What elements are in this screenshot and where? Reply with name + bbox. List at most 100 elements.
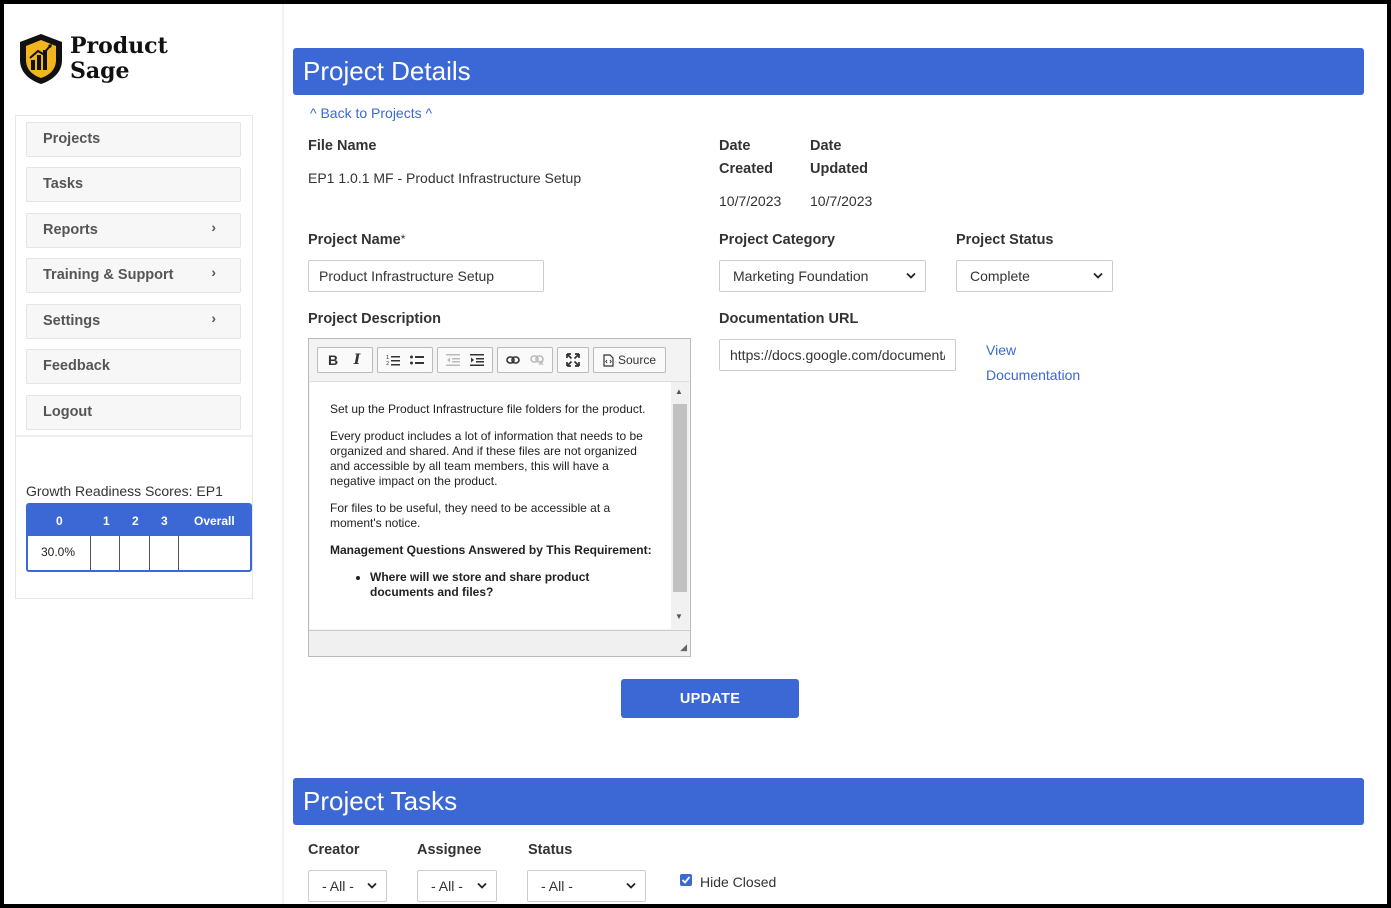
status-filter-value: - All -	[541, 878, 573, 894]
project-status-value: Complete	[970, 268, 1030, 284]
brand-name: Product Sage	[70, 34, 168, 84]
documentation-url-input[interactable]	[719, 339, 956, 371]
source-icon	[603, 353, 614, 367]
date-created-value: 10/7/2023	[719, 193, 782, 209]
sidebar-item-label: Tasks	[43, 176, 84, 192]
view-documentation-line2: Documentation	[986, 367, 1081, 383]
project-status-select[interactable]: Complete	[956, 260, 1113, 292]
score-cell	[179, 536, 250, 570]
sidebar-item-label: Reports	[43, 222, 98, 238]
indent-button[interactable]	[465, 349, 489, 371]
bold-button[interactable]: B	[321, 349, 345, 371]
editor-scrollbar[interactable]: ▲ ▼	[671, 382, 689, 629]
sidebar-item-label: Settings	[43, 313, 101, 329]
unlink-icon	[530, 355, 544, 365]
growth-scores-title: Growth Readiness Scores: EP1	[26, 483, 223, 499]
numbered-list-icon: 12	[386, 355, 400, 366]
scrollbar-thumb[interactable]	[673, 404, 687, 592]
brand-name-line1: Product	[70, 33, 168, 59]
scroll-up-arrow-icon[interactable]: ▲	[675, 387, 683, 396]
project-tasks-header: Project Tasks	[293, 778, 1364, 825]
growth-scores-table: 0 1 2 3 Overall 30.0%	[26, 503, 252, 572]
numbered-list-button[interactable]: 12	[381, 349, 405, 371]
editor-footer: ◢	[309, 630, 690, 656]
chevron-right-icon: ›	[211, 219, 216, 235]
growth-scores-header: 0 1 2 3 Overall	[28, 505, 250, 536]
description-paragraph: For files to be useful, they need to be …	[330, 501, 611, 530]
resize-handle-icon[interactable]: ◢	[680, 642, 687, 653]
date-updated-label-2: Updated	[810, 161, 868, 177]
link-button[interactable]	[501, 349, 525, 371]
date-created-label-1: Date	[719, 138, 751, 154]
file-name-value: EP1 1.0.1 MF - Product Infrastructure Se…	[308, 170, 582, 186]
toolbar-group-lists: 12	[377, 347, 433, 373]
toolbar-group-source: Source	[593, 347, 667, 373]
date-created-label-2: Created	[719, 161, 773, 177]
maximize-button[interactable]	[561, 349, 585, 371]
score-cell: 30.0%	[28, 536, 91, 570]
sidebar-item-label: Feedback	[43, 358, 110, 374]
question-item: Where will we store and share product do…	[370, 570, 655, 600]
update-button[interactable]: UPDATE	[621, 679, 799, 718]
hide-closed-checkbox[interactable]	[680, 874, 692, 886]
view-documentation-link[interactable]: View Documentation	[986, 338, 1080, 388]
project-status-label: Project Status	[956, 232, 1054, 248]
project-name-label: Project Name*	[308, 232, 405, 248]
sidebar-item-label: Training & Support	[43, 267, 174, 283]
chevron-down-icon	[906, 272, 916, 279]
brand-name-line2: Sage	[70, 58, 130, 84]
hide-closed-label[interactable]: Hide Closed	[700, 874, 776, 890]
sidebar-item-feedback[interactable]: Feedback	[26, 349, 241, 384]
date-updated-label-1: Date	[810, 138, 842, 154]
shield-chart-icon	[20, 34, 62, 84]
status-filter-select[interactable]: - All -	[527, 870, 646, 902]
required-mark: *	[400, 232, 406, 246]
sidebar-item-reports[interactable]: Reports ›	[26, 213, 241, 248]
editor-content-area[interactable]: Set up the Product Infrastructure file f…	[310, 381, 689, 629]
toolbar-group-links	[497, 347, 553, 373]
date-updated-value: 10/7/2023	[810, 193, 873, 209]
creator-filter-select[interactable]: - All -	[308, 870, 387, 902]
chevron-down-icon	[367, 882, 377, 889]
toolbar-group-indent	[437, 347, 493, 373]
editor-text: Set up the Product Infrastructure file f…	[330, 402, 655, 600]
toolbar-group-view	[557, 347, 589, 373]
description-editor: B I 12 Source Set up the Product Infrast…	[308, 338, 691, 657]
sidebar-item-logout[interactable]: Logout	[26, 395, 241, 430]
project-name-label-text: Project Name	[308, 232, 401, 248]
sidebar-item-tasks[interactable]: Tasks	[26, 167, 241, 202]
project-category-select[interactable]: Marketing Foundation	[719, 260, 926, 292]
sidebar: Product Sage Projects Tasks Reports › Tr…	[4, 4, 284, 904]
score-header: 1	[103, 514, 110, 528]
score-header: 2	[132, 514, 139, 528]
description-paragraph: Set up the Product Infrastructure file f…	[330, 402, 646, 416]
project-name-input[interactable]	[308, 260, 544, 292]
back-to-projects-link[interactable]: ^ Back to Projects ^	[310, 105, 432, 121]
italic-button[interactable]: I	[345, 349, 369, 371]
checkmark-icon	[681, 876, 691, 884]
unlink-button[interactable]	[525, 349, 549, 371]
creator-filter-value: - All -	[322, 878, 354, 894]
score-header: 3	[161, 514, 168, 528]
assignee-filter-select[interactable]: - All -	[417, 870, 497, 902]
growth-scores-row: 30.0%	[28, 536, 250, 570]
sidebar-item-settings[interactable]: Settings ›	[26, 304, 241, 339]
sidebar-item-label: Projects	[43, 131, 101, 147]
source-button[interactable]: Source	[597, 349, 662, 371]
divider	[16, 435, 252, 437]
score-cell	[91, 536, 120, 570]
link-icon	[506, 356, 520, 364]
brand-logo[interactable]: Product Sage	[16, 32, 168, 86]
status-filter-label: Status	[528, 842, 573, 858]
assignee-filter-label: Assignee	[417, 842, 482, 858]
bullet-list-button[interactable]	[405, 349, 429, 371]
view-documentation-line1: View	[986, 342, 1017, 358]
outdent-button[interactable]	[441, 349, 465, 371]
source-button-label: Source	[618, 353, 657, 367]
project-details-header: Project Details	[293, 48, 1364, 95]
sidebar-item-training-support[interactable]: Training & Support ›	[26, 258, 241, 293]
sidebar-item-projects[interactable]: Projects	[26, 122, 241, 157]
documentation-url-label: Documentation URL	[719, 311, 859, 327]
svg-text:2: 2	[386, 361, 389, 366]
scroll-down-arrow-icon[interactable]: ▼	[675, 612, 683, 621]
